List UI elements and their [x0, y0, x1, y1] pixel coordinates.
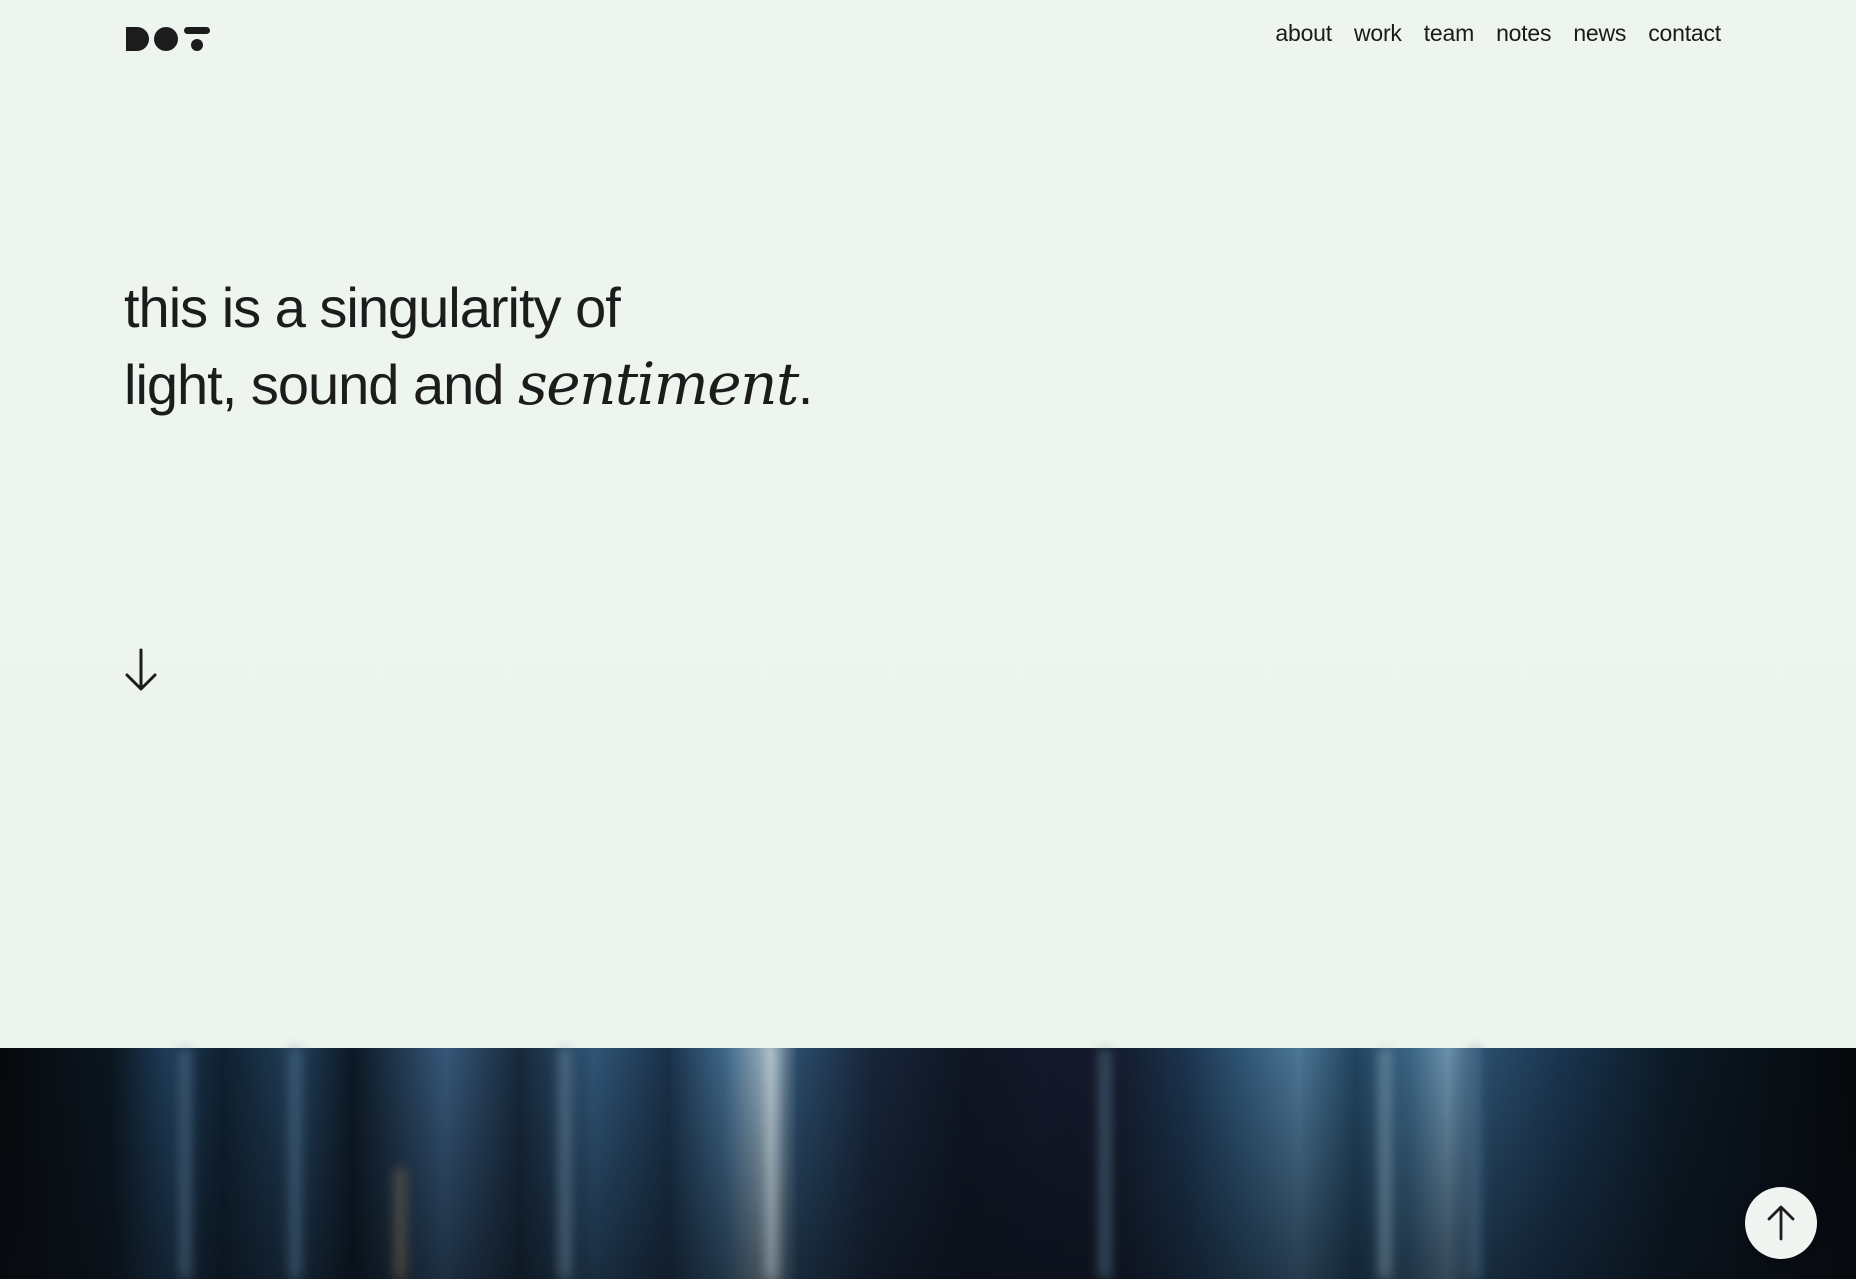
headline-line-2: light, sound and sentiment. [124, 346, 814, 423]
headline-emphasis: sentiment [517, 350, 799, 418]
main-nav: about work team notes news contact [1253, 18, 1721, 48]
arrow-up-icon [1767, 1205, 1795, 1241]
headline-line-1: this is a singularity of [124, 276, 621, 339]
nav-work[interactable]: work [1354, 18, 1402, 48]
hero-section: about work team notes news contact this … [0, 0, 1856, 1048]
headline-line-2-suffix: . [797, 353, 814, 416]
nav-team[interactable]: team [1424, 18, 1475, 48]
light-streak [395, 1168, 405, 1279]
light-streak [180, 1048, 190, 1279]
nav-notes[interactable]: notes [1496, 18, 1551, 48]
nav-about[interactable]: about [1275, 18, 1332, 48]
light-streak [1470, 1048, 1480, 1279]
back-to-top-button[interactable] [1745, 1187, 1817, 1259]
light-streaks-image [0, 1048, 1856, 1279]
light-streak [768, 1048, 776, 1279]
hero-headline: this is a singularity of light, sound an… [124, 270, 814, 423]
light-streak [560, 1048, 570, 1279]
light-streak [1100, 1048, 1110, 1279]
light-streak [290, 1048, 300, 1279]
arrow-down-icon[interactable] [124, 648, 158, 692]
dot-logo[interactable] [126, 26, 210, 52]
headline-line-2-prefix: light, sound and [124, 353, 518, 416]
light-streak [1380, 1048, 1390, 1279]
nav-news[interactable]: news [1573, 18, 1626, 48]
nav-contact[interactable]: contact [1648, 18, 1721, 48]
